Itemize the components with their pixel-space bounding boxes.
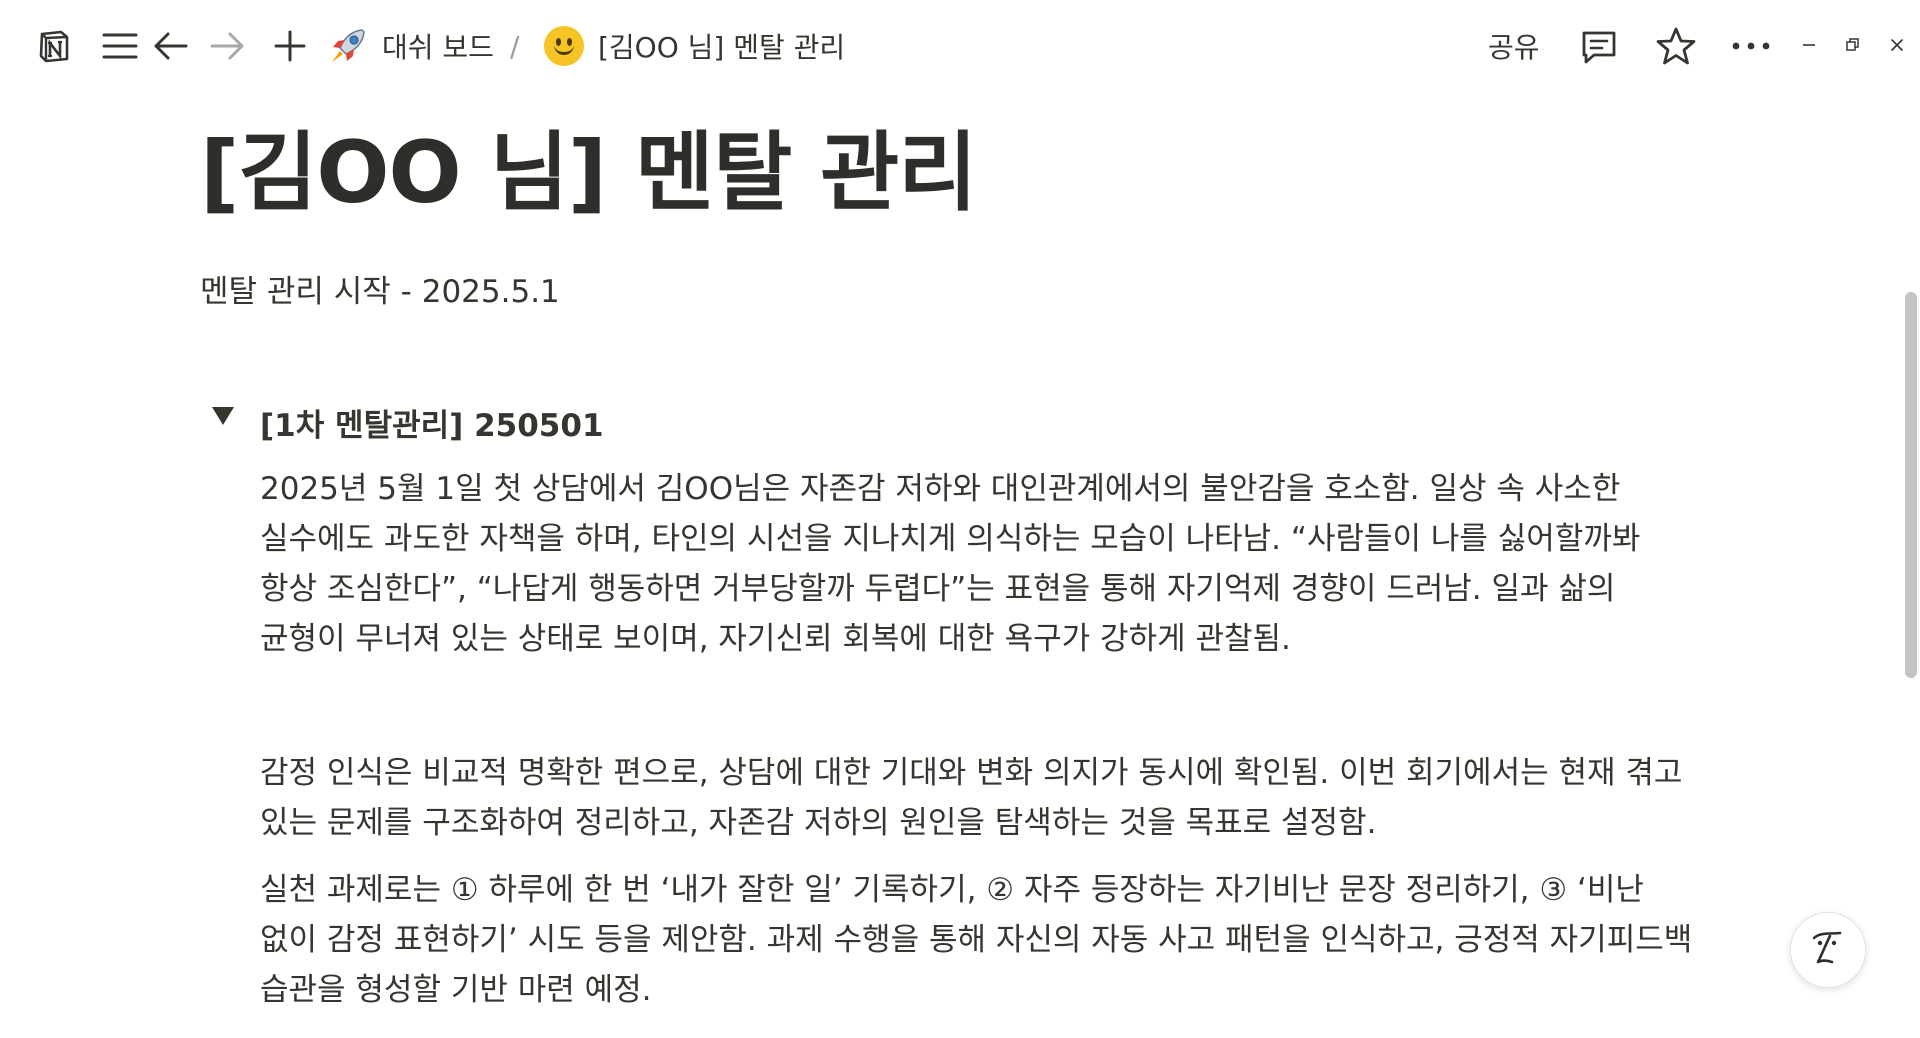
notion-ai-icon bbox=[1806, 926, 1850, 974]
more-icon[interactable] bbox=[1730, 26, 1772, 66]
notion-ai-button[interactable] bbox=[1790, 912, 1866, 988]
breadcrumb-label: 대쉬 보드 bbox=[382, 31, 494, 64]
toggle-paragraph[interactable]: 감정 인식은 비교적 명확한 편으로, 상담에 대한 기대와 변화 의지가 동시… bbox=[260, 748, 1700, 848]
toggle-paragraph[interactable]: 실천 과제로는 ① 하루에 한 번 ‘내가 잘한 일’ 기록하기, ② 자주 등… bbox=[260, 865, 1700, 1015]
notion-logo-icon[interactable] bbox=[34, 26, 74, 66]
page-subtitle[interactable]: 멘탈 관리 시작 - 2025.5.1 bbox=[200, 266, 560, 311]
share-button[interactable]: 공유 bbox=[1488, 26, 1540, 66]
forward-arrow-icon[interactable] bbox=[208, 26, 248, 66]
menu-icon[interactable] bbox=[100, 26, 140, 66]
rocket-emoji[interactable] bbox=[328, 26, 368, 66]
breadcrumb-item-dashboard[interactable]: 대쉬 보드 bbox=[382, 26, 494, 66]
smiling-face-emoji[interactable] bbox=[544, 26, 584, 66]
toggle-paragraph[interactable]: 2025년 5월 1일 첫 상담에서 김OO님은 자존감 저하와 대인관계에서의… bbox=[260, 464, 1700, 664]
toggle-heading[interactable]: [1차 멘탈관리] 250501 bbox=[260, 400, 604, 445]
minimize-icon[interactable] bbox=[1794, 30, 1824, 60]
comment-icon[interactable] bbox=[1578, 26, 1620, 68]
breadcrumb-item-current-page[interactable]: [김OO 님] 멘탈 관리 bbox=[598, 26, 845, 66]
breadcrumb-separator: / bbox=[510, 29, 520, 63]
star-icon[interactable] bbox=[1654, 24, 1698, 68]
toggle-triangle-icon[interactable] bbox=[212, 407, 234, 425]
breadcrumb-label: [김OO 님] 멘탈 관리 bbox=[598, 31, 846, 64]
close-icon[interactable] bbox=[1882, 30, 1912, 60]
plus-icon[interactable] bbox=[270, 26, 310, 66]
vertical-scrollbar[interactable] bbox=[1905, 292, 1917, 678]
back-arrow-icon[interactable] bbox=[150, 26, 190, 66]
page-title[interactable]: [김OO 님] 멘탈 관리 bbox=[200, 118, 977, 228]
restore-icon[interactable] bbox=[1838, 30, 1868, 60]
top-bar: 대쉬 보드 / [김OO 님] 멘탈 관리 공유 bbox=[0, 0, 1920, 94]
